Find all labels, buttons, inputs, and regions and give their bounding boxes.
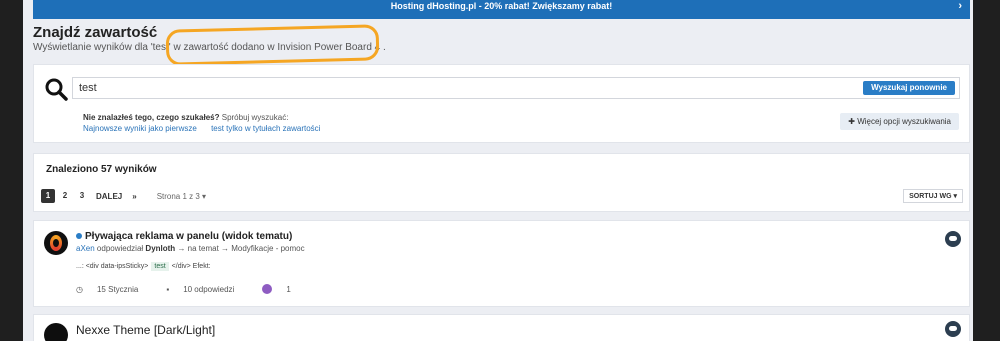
- reaction-icon[interactable]: [262, 284, 273, 294]
- result-title-text[interactable]: Pływająca reklama w panelu (widok tematu…: [85, 231, 292, 242]
- page-3-button[interactable]: 3: [75, 189, 89, 203]
- newest-results-link[interactable]: Najnowsze wyniki jako pierwsze: [83, 124, 197, 133]
- search-term-highlight: test: [151, 262, 169, 271]
- user-link[interactable]: aXen: [76, 244, 95, 253]
- clock-icon: ◷: [76, 284, 83, 294]
- date-stat: ◷ 15 Stycznia: [76, 285, 152, 294]
- page-indicator-text[interactable]: Strona 1 z 3: [157, 192, 200, 201]
- date-text: 15 Stycznia: [96, 284, 139, 294]
- result-item-2: Nexxe Theme [Dark/Light]: [33, 314, 970, 341]
- search-card: test Wyszukaj ponownie Nie znalazłeś teg…: [33, 64, 970, 143]
- snippet-pre: ...: <div data-ipsSticky>: [76, 263, 149, 270]
- last-page-button[interactable]: »: [132, 192, 136, 201]
- snippet-post: </div> Efekt:: [171, 263, 211, 270]
- hint-rest: Spróbuj wyszukać:: [221, 113, 289, 122]
- result-item: Pływająca reklama w panelu (widok tematu…: [33, 220, 970, 307]
- more-search-options-button[interactable]: ✚ Więcej opcji wyszukiwania: [840, 113, 959, 130]
- avatar[interactable]: [44, 231, 68, 255]
- chat-bubble-icon-2[interactable]: [945, 321, 961, 337]
- topic-path: → na temat → Modyfikacje - pomoc: [177, 244, 305, 253]
- reactions-count: 1: [286, 284, 291, 294]
- search-icon[interactable]: [44, 77, 68, 101]
- promo-banner[interactable]: Hosting dHosting.pl - 20% rabat! Zwiększ…: [33, 0, 970, 19]
- result-stats: ◷ 15 Stycznia ▪ 10 odpowiedzi 1: [76, 284, 319, 294]
- highlight-annotation: [165, 24, 380, 66]
- banner-text[interactable]: Hosting dHosting.pl - 20% rabat! Zwiększ…: [391, 1, 613, 11]
- replies-text: 10 odpowiedzi: [183, 284, 235, 294]
- results-count: Znaleziono 57 wyników: [46, 164, 157, 175]
- page: Hosting dHosting.pl - 20% rabat! Zwiększ…: [23, 0, 973, 341]
- page-title: Znajdź zawartość: [33, 24, 158, 41]
- page-indicator[interactable]: Strona 1 z 3 ▾: [157, 192, 206, 201]
- result-title-2[interactable]: Nexxe Theme [Dark/Light]: [76, 323, 215, 337]
- more-options-label[interactable]: Więcej opcji wyszukiwania: [857, 117, 951, 126]
- sort-button[interactable]: SORTUJ WG ▾: [903, 189, 963, 203]
- chat-bubble-icon[interactable]: [945, 231, 961, 247]
- search-input[interactable]: test Wyszukaj ponownie: [72, 77, 960, 99]
- result-snippet: ...: <div data-ipsSticky> test </div> Efek…: [76, 262, 211, 271]
- replied-text: odpowiedział: [96, 244, 144, 253]
- page-2-button[interactable]: 2: [58, 189, 72, 203]
- search-again-button[interactable]: Wyszukaj ponownie: [863, 81, 955, 95]
- comment-icon: ▪: [166, 284, 170, 294]
- sort-label[interactable]: SORTUJ WG: [909, 193, 951, 200]
- next-page-button[interactable]: DALEJ: [96, 192, 122, 201]
- search-hint: Nie znalazłeś tego, czego szukałeś? Spró…: [83, 113, 288, 122]
- author-link[interactable]: Dynloth: [145, 244, 175, 253]
- unread-dot-icon: [76, 233, 82, 240]
- result-title[interactable]: Pływająca reklama w panelu (widok tematu…: [76, 231, 292, 242]
- chevron-right-icon[interactable]: ›: [958, 0, 962, 12]
- page-1-button[interactable]: 1: [41, 189, 55, 203]
- title-only-link[interactable]: test tylko w tytułach zawartości: [211, 124, 320, 133]
- avatar-2[interactable]: [44, 323, 68, 341]
- search-suggestions: Najnowsze wyniki jako pierwsze test tylk…: [83, 124, 332, 133]
- search-input-value[interactable]: test: [79, 82, 97, 94]
- replies-stat: ▪ 10 odpowiedzi: [166, 285, 248, 294]
- plus-icon: ✚: [848, 117, 855, 126]
- pagination: 1 2 3 DALEJ » Strona 1 z 3 ▾: [41, 189, 206, 203]
- reactions-stat[interactable]: 1: [262, 284, 304, 294]
- results-header-card: Znaleziono 57 wyników 1 2 3 DALEJ » Stro…: [33, 153, 970, 212]
- result-meta: aXen odpowiedział Dynloth → na temat → M…: [76, 244, 305, 253]
- hint-bold: Nie znalazłeś tego, czego szukałeś?: [83, 113, 220, 122]
